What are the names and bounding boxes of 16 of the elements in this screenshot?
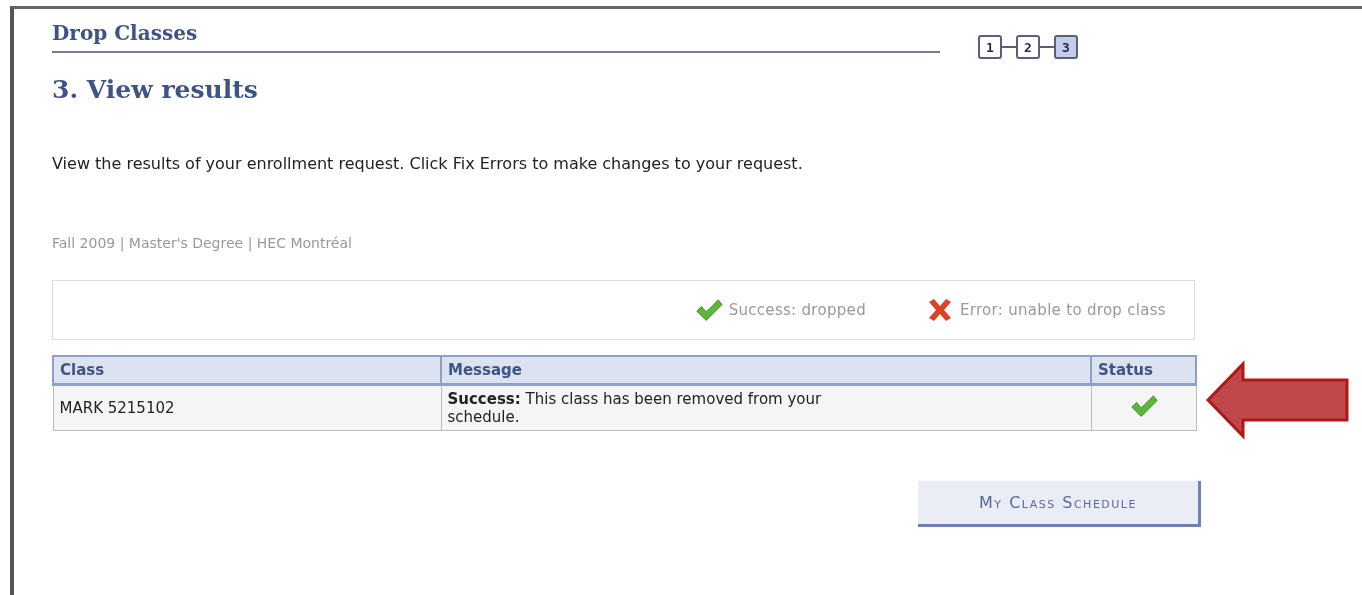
page-title: Drop Classes bbox=[52, 21, 199, 45]
step-indicator: 3 bbox=[1054, 35, 1078, 59]
step-indicator: 1 bbox=[978, 35, 1002, 59]
arrow-icon bbox=[1205, 360, 1350, 440]
instructions: View the results of your enrollment request. Click Fix Errors to make changes to your request. bbox=[52, 154, 804, 173]
column-header: Message bbox=[441, 356, 1091, 385]
table-cell: MARK 5215102 bbox=[53, 384, 441, 431]
legend-label: Error: unable to drop class bbox=[960, 301, 1166, 319]
column-header: Class bbox=[53, 356, 441, 385]
table-cell: Success: This class has been removed from your schedule. bbox=[441, 384, 1091, 431]
my-class-schedule-button[interactable]: My Class Schedule bbox=[918, 481, 1201, 527]
legend-label: Success: dropped bbox=[728, 301, 866, 319]
column-header: Status bbox=[1091, 356, 1196, 385]
term-info: Fall 2009 | Master's Degree | HEC Montréal bbox=[52, 235, 353, 251]
step-heading: 3. View results bbox=[52, 75, 259, 104]
step-indicator: 2 bbox=[1016, 35, 1040, 59]
